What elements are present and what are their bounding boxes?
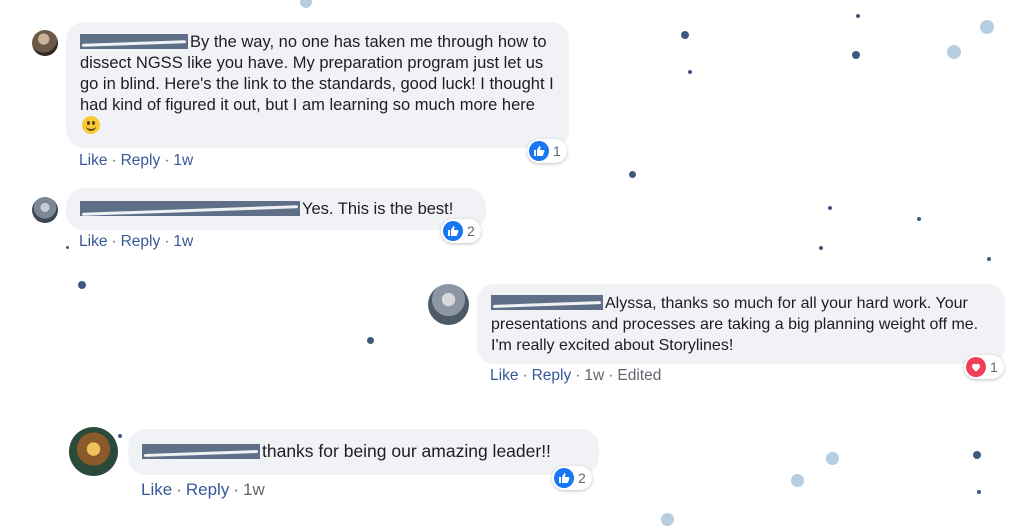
confetti-dot <box>681 31 689 39</box>
confetti-dot <box>856 14 860 18</box>
like-icon <box>529 141 549 161</box>
comment-actions: Like · Reply · 1w <box>79 152 194 169</box>
confetti-dot <box>826 452 839 465</box>
like-link[interactable]: Like <box>490 367 518 384</box>
avatar[interactable] <box>69 427 118 476</box>
redacted-author-name <box>142 444 260 459</box>
comment-bubble: Yes. This is the best! <box>66 188 486 230</box>
confetti-dot <box>973 451 981 459</box>
confetti-dot <box>947 45 961 59</box>
like-link[interactable]: Like <box>141 480 172 499</box>
confetti-dot <box>629 171 636 178</box>
reaction-count[interactable]: 1 <box>527 139 567 163</box>
comment-text: Yes. This is the best! <box>302 200 454 218</box>
reaction-count[interactable]: 2 <box>441 219 481 243</box>
reaction-count-label: 1 <box>553 143 561 159</box>
confetti-dot <box>980 20 994 34</box>
confetti-dot <box>987 257 991 261</box>
comment-actions: Like · Reply · 1w <box>141 480 265 499</box>
confetti-dot <box>300 0 312 8</box>
avatar[interactable] <box>32 197 58 223</box>
timestamp-link[interactable]: 1w <box>243 480 265 499</box>
reply-link[interactable]: Reply <box>121 233 161 250</box>
like-link[interactable]: Like <box>79 233 107 250</box>
reaction-count-label: 2 <box>578 470 586 486</box>
confetti-dot <box>118 434 122 438</box>
reply-link[interactable]: Reply <box>532 367 572 384</box>
redacted-author-name <box>491 295 603 310</box>
comment-text: thanks for being our amazing leader!! <box>262 441 551 461</box>
avatar[interactable] <box>428 284 469 325</box>
comment-bubble: Alyssa, thanks so much for all your hard… <box>477 284 1005 364</box>
love-icon <box>966 357 986 377</box>
confetti-dot <box>661 513 674 526</box>
confetti-dot <box>66 246 69 249</box>
reply-link[interactable]: Reply <box>186 480 229 499</box>
timestamp-link[interactable]: 1w <box>173 233 193 250</box>
reaction-count-label: 2 <box>467 223 475 239</box>
comment-bubble: thanks for being our amazing leader!! <box>128 429 599 475</box>
slightly-smiling-face-icon <box>82 116 100 134</box>
confetti-dot <box>852 51 860 59</box>
like-link[interactable]: Like <box>79 152 107 169</box>
confetti-dot <box>688 70 692 74</box>
confetti-dot <box>977 490 981 494</box>
confetti-dot <box>367 337 374 344</box>
reaction-count-label: 1 <box>990 359 998 375</box>
comment-actions: Like · Reply · 1w · Edited <box>490 367 662 384</box>
redacted-author-name <box>80 34 188 49</box>
timestamp-link[interactable]: 1w <box>173 152 193 169</box>
comment-actions: Like · Reply · 1w <box>79 233 194 250</box>
reaction-count[interactable]: 1 <box>964 355 1004 379</box>
reply-link[interactable]: Reply <box>121 152 161 169</box>
redacted-author-name <box>80 201 300 216</box>
confetti-dot <box>819 246 823 250</box>
comment-bubble: By the way, no one has taken me through … <box>66 22 569 148</box>
confetti-dot <box>78 281 86 289</box>
edited-label: Edited <box>617 367 662 384</box>
timestamp-link[interactable]: 1w <box>584 367 604 384</box>
like-icon <box>443 221 463 241</box>
avatar[interactable] <box>32 30 58 56</box>
confetti-dot <box>828 206 832 210</box>
reaction-count[interactable]: 2 <box>552 466 592 490</box>
confetti-dot <box>791 474 804 487</box>
confetti-dot <box>917 217 921 221</box>
like-icon <box>554 468 574 488</box>
